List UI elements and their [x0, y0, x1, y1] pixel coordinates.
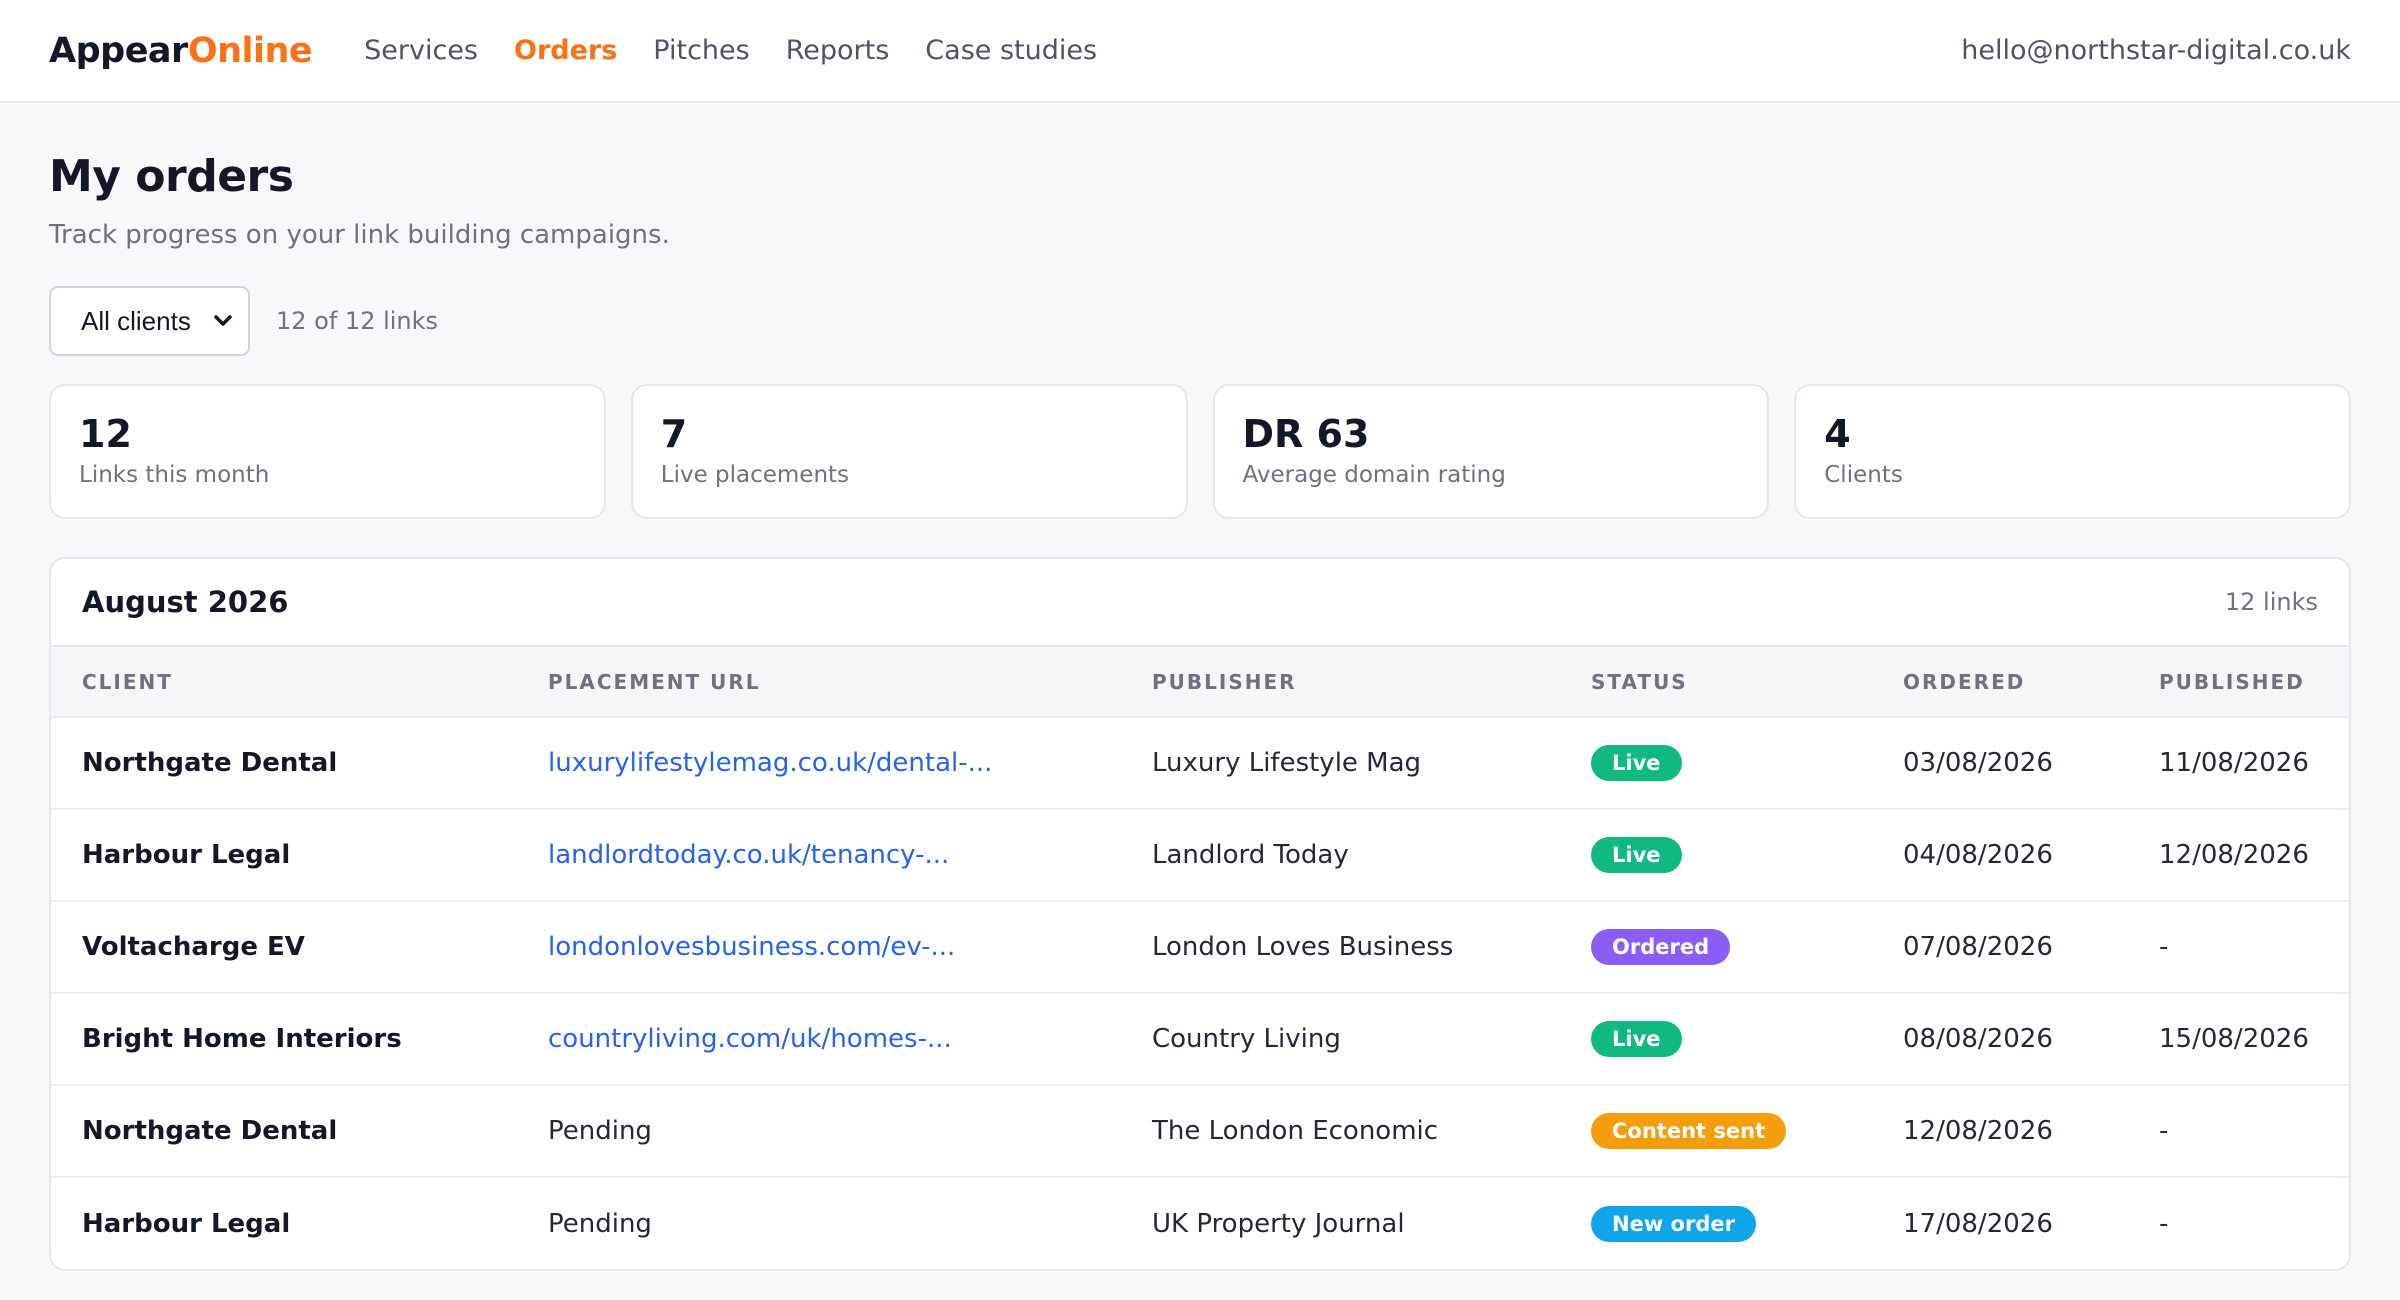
cell-ordered: 12/08/2026	[1872, 1085, 2128, 1178]
cell-client: Bright Home Interiors	[51, 993, 517, 1086]
cell-placement-url: londonlovesbusiness.com/ev-...	[517, 901, 1121, 994]
table-row[interactable]: Voltacharge EV londonlovesbusiness.com/ev…	[51, 901, 2349, 994]
top-navigation-bar: AppearOnline Services Orders Pitches Rep…	[0, 0, 2400, 103]
stats-row: 12 Links this month 7 Live placements DR…	[49, 384, 2351, 519]
cell-status: New order	[1560, 1177, 1872, 1269]
table-row[interactable]: Northgate Dental luxurylifestylemag.co.uk…	[51, 717, 2349, 810]
cell-placement-url: luxurylifestylemag.co.uk/dental-...	[517, 717, 1121, 810]
placement-url-link[interactable]: londonlovesbusiness.com/ev-...	[548, 932, 955, 962]
filter-row: All clients 12 of 12 links	[49, 286, 2351, 356]
page-subtitle: Track progress on your link building cam…	[49, 220, 670, 250]
orders-month-count: 12 links	[2224, 588, 2318, 616]
placement-url-pending: Pending	[548, 1116, 652, 1146]
cell-ordered: 08/08/2026	[1872, 993, 2128, 1086]
placement-url-pending: Pending	[548, 1208, 652, 1239]
cell-published: -	[2128, 901, 2349, 994]
cell-publisher: UK Property Journal	[1152, 1208, 1405, 1239]
status-badge: Live	[1591, 745, 1682, 781]
client-filter-select[interactable]: All clients	[49, 286, 250, 356]
cell-ordered: 07/08/2026	[1872, 901, 2128, 994]
cell-publisher: Country Living	[1121, 993, 1560, 1086]
cell-published: 15/08/2026	[2128, 993, 2349, 1086]
cell-client: Northgate Dental	[51, 717, 517, 810]
column-header-client: CLIENT	[51, 647, 517, 718]
main-nav: Services Orders Pitches Reports Case stu…	[364, 35, 1097, 66]
cell-ordered: 17/08/2026	[1903, 1208, 2053, 1239]
cell-published: -	[2128, 1085, 2349, 1178]
cell-client: Harbour Legal	[51, 809, 517, 902]
chevron-down-icon	[208, 306, 238, 336]
orders-table: CLIENT PLACEMENT URL PUBLISHER STATUS OR…	[51, 647, 2349, 1269]
brand-name-main: Appear	[49, 30, 188, 71]
stat-value: 4	[1824, 412, 1851, 456]
cell-status: Live	[1560, 717, 1872, 810]
nav-item-reports[interactable]: Reports	[786, 35, 890, 66]
cell-published: 11/08/2026	[2128, 717, 2349, 810]
status-badge: Live	[1591, 1021, 1682, 1057]
cell-status: Ordered	[1560, 901, 1872, 994]
cell-client: Voltacharge EV	[51, 901, 517, 994]
cell-placement-url: countryliving.com/uk/homes-...	[517, 993, 1121, 1086]
stat-value: DR 63	[1242, 412, 1370, 456]
nav-item-orders[interactable]: Orders	[514, 35, 617, 66]
stat-card-clients: 4 Clients	[1794, 384, 2351, 519]
stat-value: 7	[660, 412, 688, 456]
cell-client: Northgate Dental	[51, 1085, 517, 1178]
nav-item-pitches[interactable]: Pitches	[653, 35, 749, 66]
stat-label: Live placements	[660, 461, 850, 488]
cell-placement-url: landlordtoday.co.uk/tenancy-...	[517, 809, 1121, 902]
stat-label: Links this month	[79, 461, 270, 488]
cell-publisher: The London Economic	[1121, 1085, 1560, 1178]
table-row[interactable]: Harbour Legal Pending UK Property Journal N…	[51, 1177, 2349, 1269]
column-header-published: PUBLISHED	[2128, 647, 2349, 718]
orders-table-body: Northgate Dental luxurylifestylemag.co.uk…	[51, 717, 2349, 1269]
brand-name-accent: Online	[187, 30, 313, 71]
nav-item-case-studies[interactable]: Case studies	[925, 35, 1097, 66]
link-count: 12 of 12 links	[276, 307, 439, 335]
cell-status: Content sent	[1560, 1085, 1872, 1178]
orders-month-title: August 2026	[82, 585, 289, 619]
client-filter-value: All clients	[81, 305, 191, 336]
table-row[interactable]: Harbour Legal landlordtoday.co.uk/tenancy…	[51, 809, 2349, 902]
table-row[interactable]: Northgate Dental Pending The London Econom…	[51, 1085, 2349, 1178]
cell-published: 12/08/2026	[2128, 809, 2349, 902]
column-header-placement-url: PLACEMENT URL	[517, 647, 1121, 718]
column-header-publisher: PUBLISHER	[1121, 647, 1560, 718]
column-header-ordered: ORDERED	[1872, 647, 2128, 718]
cell-placement-url: Pending	[517, 1085, 1121, 1178]
stat-label: Average domain rating	[1242, 461, 1506, 488]
column-header-status: STATUS	[1560, 647, 1872, 718]
status-badge: Live	[1591, 837, 1682, 873]
table-header-row: CLIENT PLACEMENT URL PUBLISHER STATUS OR…	[51, 647, 2349, 718]
orders-table-header: August 2026 12 links	[51, 559, 2349, 647]
cell-ordered: 04/08/2026	[1872, 809, 2128, 902]
stat-card-average-domain-rating: DR 63 Average domain rating	[1212, 384, 1770, 519]
cell-client: Harbour Legal	[82, 1208, 291, 1239]
cell-placement-url: Pending	[517, 1177, 1121, 1269]
nav-item-services[interactable]: Services	[364, 35, 478, 66]
page-title: My orders	[49, 151, 294, 202]
cell-status: Live	[1560, 809, 1872, 902]
stat-value: 12	[79, 412, 132, 456]
cell-publisher: Luxury Lifestyle Mag	[1121, 717, 1560, 810]
stat-card-links-this-month: 12 Links this month	[49, 384, 606, 519]
placement-url-link[interactable]: luxurylifestylemag.co.uk/dental-...	[548, 748, 992, 778]
main-content: My orders Track progress on your link bu…	[0, 103, 2400, 1271]
table-row[interactable]: Bright Home Interiors countryliving.com/u…	[51, 993, 2349, 1086]
status-badge: New order	[1591, 1205, 1756, 1242]
stat-label: Clients	[1824, 461, 1903, 488]
cell-published: -	[2159, 1208, 2169, 1239]
status-badge: Content sent	[1591, 1113, 1787, 1149]
orders-table-card: August 2026 12 links CLIENT PLACEMENT UR…	[49, 557, 2351, 1271]
cell-status: Live	[1560, 993, 1872, 1086]
brand-logo[interactable]: AppearOnline	[49, 30, 313, 71]
cell-ordered: 03/08/2026	[1872, 717, 2128, 810]
user-email[interactable]: hello@northstar-digital.co.uk	[1961, 35, 2351, 66]
cell-publisher: Landlord Today	[1121, 809, 1560, 902]
cell-publisher: London Loves Business	[1121, 901, 1560, 994]
placement-url-link[interactable]: landlordtoday.co.uk/tenancy-...	[548, 840, 949, 870]
placement-url-link[interactable]: countryliving.com/uk/homes-...	[548, 1024, 952, 1054]
status-badge: Ordered	[1591, 929, 1731, 965]
stat-card-live-placements: 7 Live placements	[630, 384, 1188, 519]
